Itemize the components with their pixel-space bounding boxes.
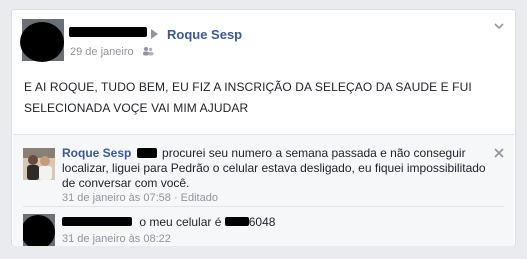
arrow-icon: [151, 29, 158, 39]
author-avatar[interactable]: [20, 19, 64, 62]
comment-body-2: o meu celular é 6048: [62, 215, 275, 229]
author-name-redacted: [69, 27, 147, 37]
post-text: E AI ROQUE, TUDO BEM, EU FIZ A INSCRIÇÃO…: [24, 80, 472, 115]
redacted-name: [136, 147, 157, 158]
phone-suffix: 6048: [248, 215, 276, 229]
recipient-link[interactable]: Roque Sesp: [167, 27, 242, 42]
commenter-avatar-2[interactable]: [23, 214, 55, 246]
timeline-post: Roque Sesp 29 de janeiro E AI ROQUE, TUD…: [11, 9, 516, 246]
comment-timestamp[interactable]: 31 de janeiro às 07:58: [62, 192, 171, 204]
comment-meta: 31 de janeiro às 07:58 · Editado: [62, 192, 218, 204]
people-icon[interactable]: [142, 46, 154, 56]
post-date[interactable]: 29 de janeiro: [70, 46, 134, 58]
divider: [23, 206, 504, 207]
redacted-name-2: [62, 217, 132, 227]
comment-author-link[interactable]: Roque Sesp: [62, 146, 131, 160]
comment-body: Roque Sesp procurei seu numero a semana …: [62, 146, 487, 191]
comment-text-2: o meu celular é: [139, 215, 222, 229]
chevron-down-icon[interactable]: [493, 20, 505, 32]
close-icon[interactable]: [494, 146, 504, 160]
commenter-avatar[interactable]: [23, 148, 55, 180]
comments-section: Roque Sesp procurei seu numero a semana …: [13, 134, 514, 246]
redacted-number: [224, 217, 249, 227]
comment-timestamp-2[interactable]: 31 de janeiro às 08:22: [62, 233, 171, 245]
edited-label[interactable]: · Editado: [174, 192, 218, 204]
